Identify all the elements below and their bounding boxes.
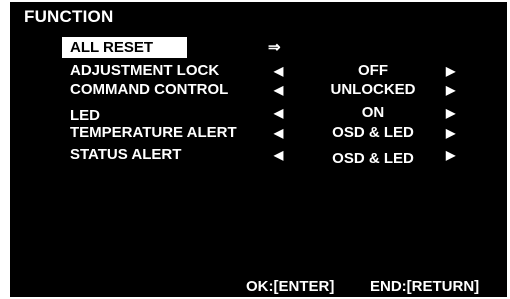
arrow-right-icon[interactable]: ▶: [446, 124, 455, 142]
arrow-right-icon[interactable]: ▶: [446, 62, 455, 80]
arrow-left-icon[interactable]: ◀: [274, 81, 283, 99]
arrow-left-icon[interactable]: ◀: [274, 146, 283, 164]
menu-item-command-control[interactable]: COMMAND CONTROL ◀ UNLOCKED ▶: [10, 81, 507, 99]
menu-item-label: ALL RESET: [62, 37, 187, 58]
menu-item-value: OSD & LED: [332, 124, 414, 141]
menu-item-label: TEMPERATURE ALERT: [70, 124, 237, 141]
menu-item-label: COMMAND CONTROL: [70, 81, 229, 98]
menu-item-label: STATUS ALERT: [70, 146, 182, 163]
menu-item-value: OSD & LED: [332, 150, 414, 167]
end-return-hint: END:[RETURN]: [370, 278, 480, 295]
arrow-left-icon[interactable]: ◀: [274, 124, 283, 142]
menu-item-all-reset[interactable]: ALL RESET ⇒: [10, 37, 507, 58]
arrow-right-icon[interactable]: ▶: [446, 146, 455, 164]
arrow-right-icon[interactable]: ▶: [446, 81, 455, 99]
menu-item-temperature-alert[interactable]: TEMPERATURE ALERT ◀ OSD & LED ▶: [10, 124, 507, 142]
menu-item-status-alert[interactable]: STATUS ALERT ◀ OSD & LED ▶: [10, 146, 507, 167]
menu-item-value: UNLOCKED: [330, 81, 416, 98]
arrow-left-icon[interactable]: ◀: [274, 62, 283, 80]
ok-enter-hint: OK:[ENTER]: [246, 278, 335, 295]
menu-title: FUNCTION: [24, 7, 114, 26]
menu-item-label: LED: [70, 107, 100, 124]
menu-item-value: ON: [361, 104, 385, 121]
menu-item-label: ADJUSTMENT LOCK: [70, 62, 220, 79]
arrow-right-icon[interactable]: ▶: [446, 104, 455, 122]
menu-item-adjustment-lock[interactable]: ADJUSTMENT LOCK ◀ OFF ▶: [10, 62, 507, 80]
arrow-left-icon[interactable]: ◀: [274, 104, 283, 122]
osd-menu-window: FUNCTION ALL RESET ⇒ ADJUSTMENT LOCK ◀ O…: [10, 2, 507, 297]
menu-item-led[interactable]: LED ◀ ON ▶: [10, 104, 507, 124]
execute-arrow-icon[interactable]: ⇒: [268, 39, 281, 57]
menu-item-value: OFF: [358, 62, 388, 79]
